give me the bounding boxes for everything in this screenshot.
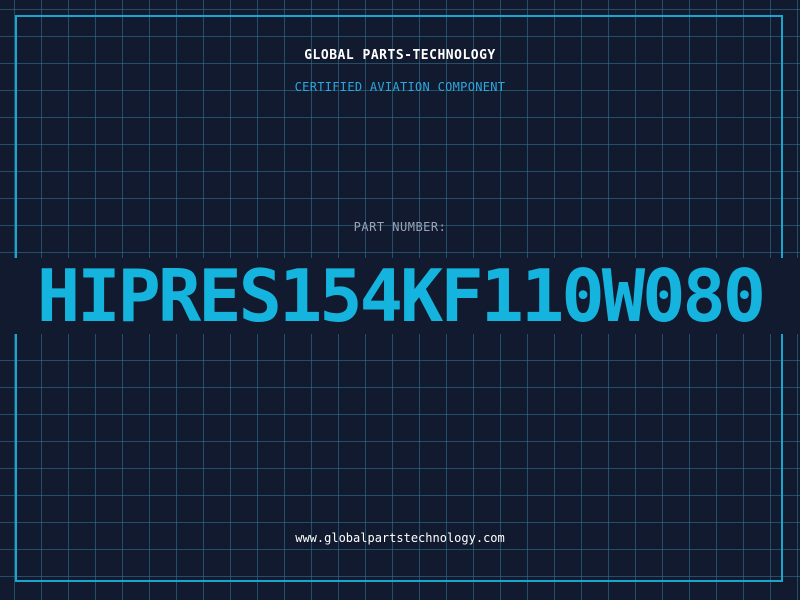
part-number-value: HIPRES154KF110W080 <box>36 254 766 338</box>
part-number-label: PART NUMBER: <box>353 220 447 234</box>
certification-subtitle: CERTIFIED AVIATION COMPONENT <box>294 80 506 94</box>
company-name: GLOBAL PARTS-TECHNOLOGY <box>304 48 496 63</box>
website-link[interactable]: www.globalpartstechnology.com <box>0 531 800 545</box>
part-card: GLOBAL PARTS-TECHNOLOGY CERTIFIED AVIATI… <box>0 0 800 600</box>
